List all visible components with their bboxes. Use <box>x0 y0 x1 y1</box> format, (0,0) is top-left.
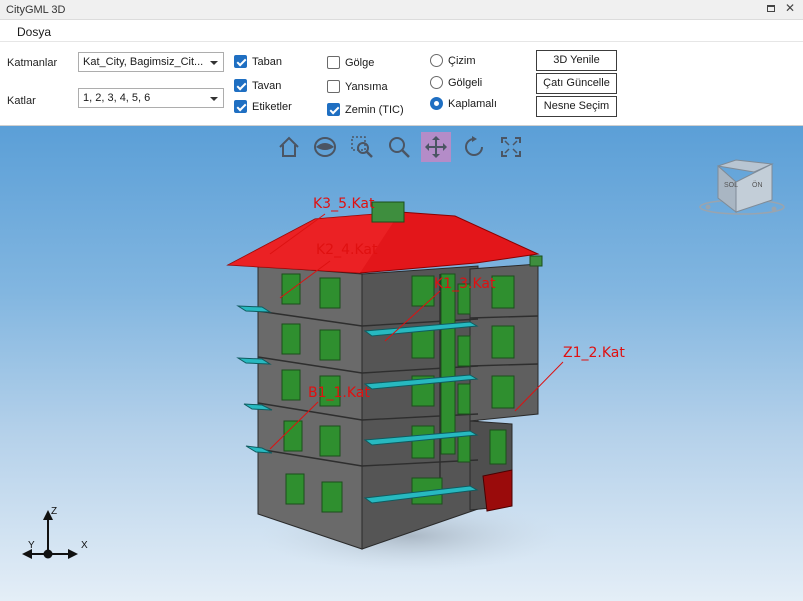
floor-label-z1[interactable]: Z1_2.Kat <box>563 345 625 361</box>
axis-triad: Z X Y <box>22 504 92 569</box>
close-icon[interactable]: ✕ <box>785 1 797 15</box>
floor-label-k1[interactable]: K1_3.Kat <box>434 276 495 292</box>
checkbox-etiketler[interactable]: Etiketler <box>234 100 292 113</box>
title-bar: CityGML 3D ✕ <box>0 0 803 20</box>
radio-label: Kaplamalı <box>448 97 497 110</box>
home-icon <box>279 136 299 157</box>
viewport-3d[interactable]: K3_5.Kat K2_4.Kat K1_3.Kat Z1_2.Kat B1_1… <box>0 126 803 601</box>
checkbox-box <box>234 79 247 92</box>
zoom-window-icon <box>351 136 373 158</box>
radio-kaplamali[interactable]: Kaplamalı <box>430 97 497 110</box>
home-view-button[interactable] <box>274 132 304 162</box>
view-cube-icon <box>699 159 785 215</box>
radio-cizim[interactable]: Çizim <box>430 54 476 67</box>
rotate-button[interactable] <box>459 132 489 162</box>
chimney <box>371 201 405 223</box>
axis-x-label: X <box>81 540 88 551</box>
zoom-button[interactable] <box>384 132 414 162</box>
checkbox-label: Gölge <box>345 56 375 69</box>
menu-bar: Dosya <box>0 21 803 42</box>
layers-dropdown[interactable]: Kat_City, Bagimsiz_Cit... <box>78 52 224 72</box>
view-cube-left-face[interactable]: SOL <box>724 182 738 189</box>
vent <box>529 255 543 267</box>
fit-extents-button[interactable] <box>496 132 526 162</box>
floors-dropdown[interactable]: 1, 2, 3, 4, 5, 6 <box>78 88 224 108</box>
layers-label: Katmanlar <box>7 57 58 69</box>
menu-dosya[interactable]: Dosya <box>12 24 56 40</box>
radio-golgeli[interactable]: Gölgeli <box>430 76 482 89</box>
fit-extents-icon <box>501 137 521 157</box>
view-cube[interactable]: SOL ÖN <box>696 156 786 221</box>
checkbox-box <box>234 100 247 113</box>
axis-z-label: Z <box>51 506 58 517</box>
checkbox-yansima[interactable]: Yansıma <box>327 80 388 93</box>
restore-icon[interactable] <box>765 3 777 15</box>
object-selection-button[interactable]: Nesne Seçim <box>536 96 617 117</box>
floor-label-b1[interactable]: B1_1.Kat <box>308 385 370 401</box>
checkbox-tavan[interactable]: Tavan <box>234 79 281 92</box>
control-panel: Katmanlar Kat_City, Bagimsiz_Cit... Katl… <box>0 42 803 126</box>
eye-view-button[interactable] <box>310 132 340 162</box>
rotate-icon <box>465 136 483 156</box>
checkbox-box <box>327 56 340 69</box>
pan-icon <box>425 136 447 158</box>
chevron-down-icon <box>210 97 218 101</box>
zoom-window-button[interactable] <box>347 132 377 162</box>
radio-dot <box>430 54 443 67</box>
radio-dot <box>430 76 443 89</box>
floor-label-k3[interactable]: K3_5.Kat <box>313 196 374 212</box>
radio-dot <box>430 97 443 110</box>
checkbox-label: Tavan <box>252 79 282 92</box>
checkbox-label: Zemin (TIC) <box>345 103 404 116</box>
radio-label: Çizim <box>448 54 476 67</box>
radio-label: Gölgeli <box>448 76 483 89</box>
wall-left <box>257 265 363 550</box>
view-cube-front-face[interactable]: ÖN <box>752 182 763 189</box>
eye-icon <box>314 137 336 157</box>
window-controls: ✕ <box>765 1 797 15</box>
refresh-3d-button[interactable]: 3D Yenile <box>536 50 617 71</box>
zoom-icon <box>389 137 410 158</box>
window-title: CityGML 3D <box>6 3 66 16</box>
layers-dropdown-value: Kat_City, Bagimsiz_Cit... <box>83 56 204 68</box>
checkbox-box <box>234 55 247 68</box>
checkbox-box <box>327 80 340 93</box>
floors-label: Katlar <box>7 95 36 107</box>
chevron-down-icon <box>210 61 218 65</box>
floor-label-k2[interactable]: K2_4.Kat <box>316 242 377 258</box>
checkbox-zemin-tic[interactable]: Zemin (TIC) <box>327 103 404 116</box>
axis-y-label: Y <box>28 540 35 551</box>
checkbox-label: Taban <box>252 55 282 68</box>
pan-button[interactable] <box>421 132 451 162</box>
entrance-door <box>482 469 513 512</box>
checkbox-taban[interactable]: Taban <box>234 55 282 68</box>
checkbox-box <box>327 103 340 116</box>
update-roof-button[interactable]: Çatı Güncelle <box>536 73 617 94</box>
checkbox-label: Yansıma <box>345 80 388 93</box>
building-scene <box>226 201 564 572</box>
checkbox-label: Etiketler <box>252 100 292 113</box>
floors-dropdown-value: 1, 2, 3, 4, 5, 6 <box>83 92 151 104</box>
checkbox-golge[interactable]: Gölge <box>327 56 374 69</box>
